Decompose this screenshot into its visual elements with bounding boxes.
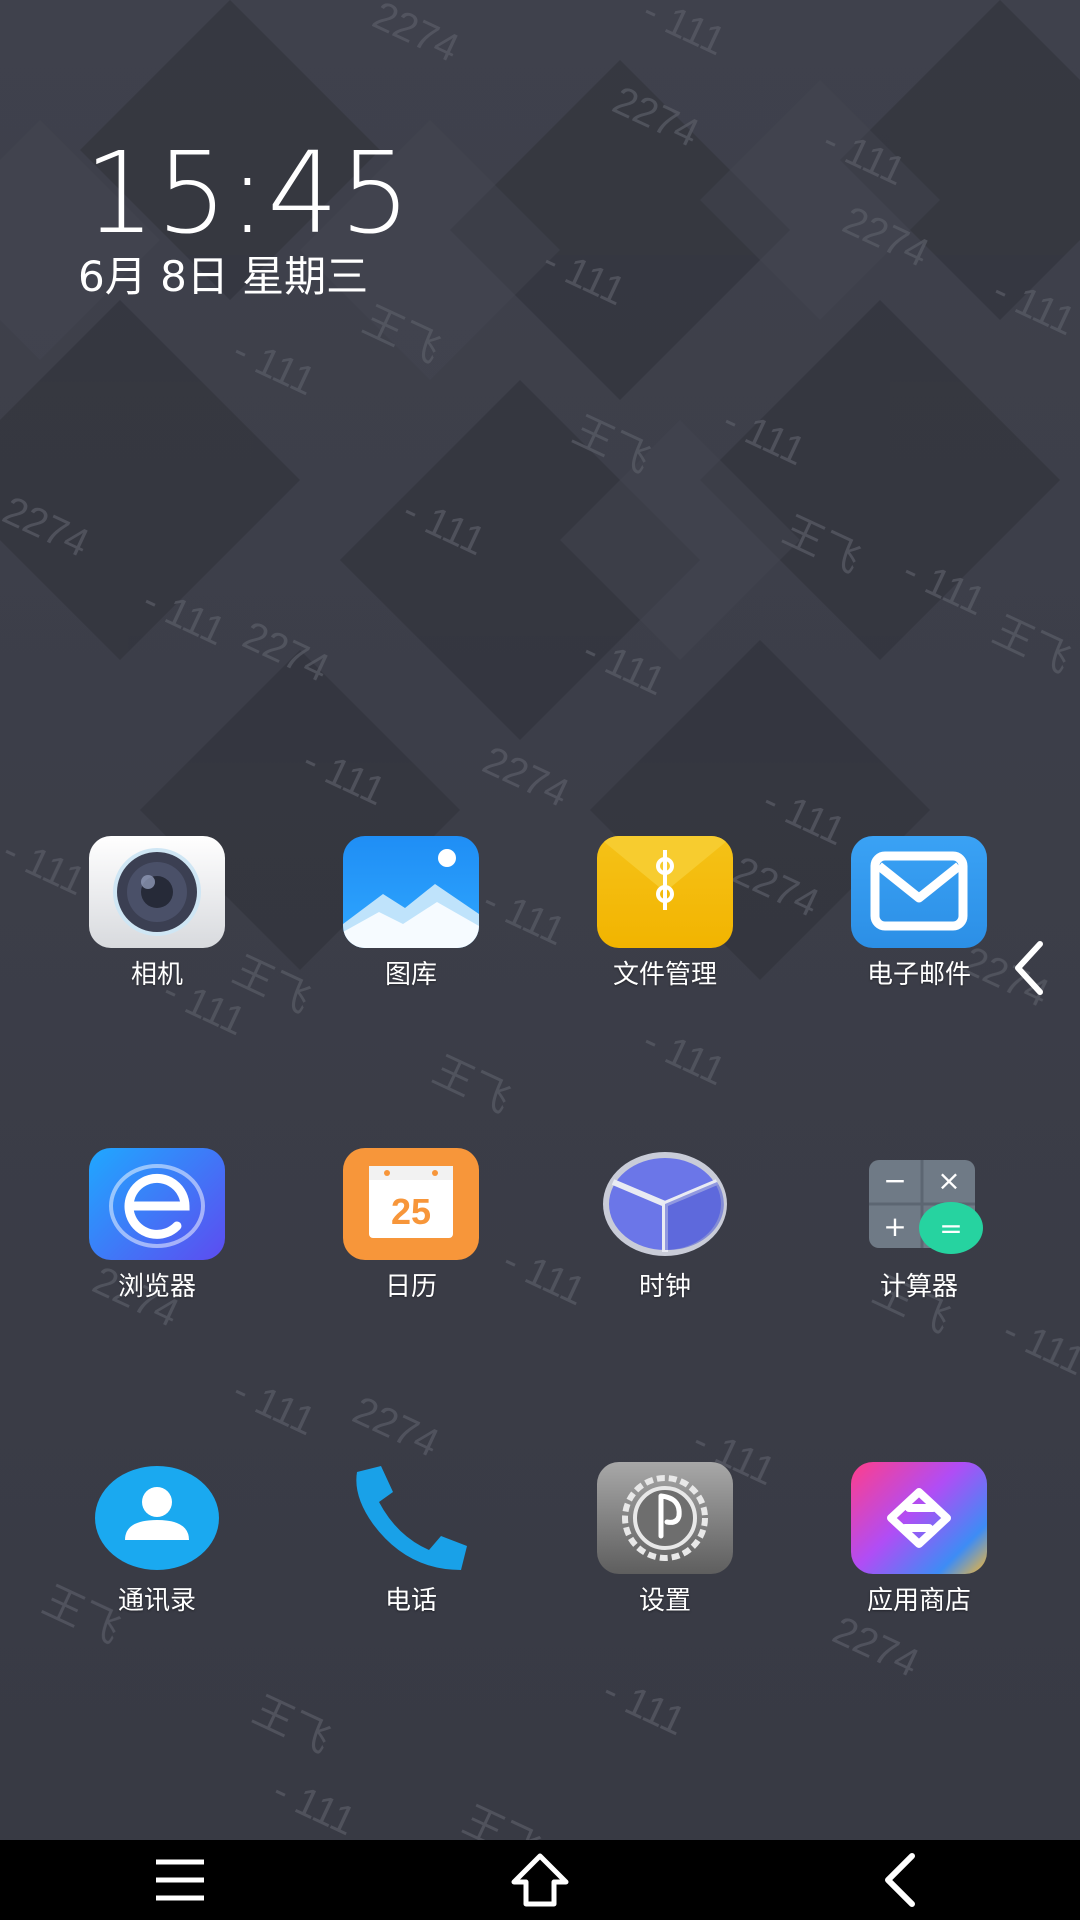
app-settings[interactable]: 设置 [555, 1462, 775, 1617]
app-camera[interactable]: 相机 [47, 836, 267, 991]
app-label: 电子邮件 [866, 960, 971, 990]
calendar-day: 25 [391, 1191, 431, 1232]
phone-icon [343, 1462, 479, 1574]
app-label: 图库 [384, 960, 437, 990]
app-clock[interactable]: 时钟 [555, 1148, 775, 1303]
app-label: 应用商店 [866, 1586, 971, 1616]
calc-equals: = [939, 1212, 962, 1245]
app-label: 电话 [384, 1586, 437, 1616]
contacts-icon [89, 1462, 225, 1574]
app-email[interactable]: 电子邮件 [809, 836, 1029, 991]
calc-minus: − [883, 1164, 906, 1197]
back-icon[interactable] [860, 1850, 940, 1910]
navigation-bar [0, 1840, 1080, 1920]
app-gallery[interactable]: 图库 [301, 836, 521, 991]
clock-icon [597, 1148, 733, 1260]
app-label: 通讯录 [117, 1586, 196, 1616]
app-store-icon [851, 1462, 987, 1574]
camera-icon [89, 836, 225, 948]
home-icon[interactable] [500, 1850, 580, 1910]
calc-times: × [937, 1164, 960, 1197]
app-phone[interactable]: 电话 [301, 1462, 521, 1617]
gallery-icon [343, 836, 479, 948]
app-label: 浏览器 [117, 1272, 196, 1302]
app-contacts[interactable]: 通讯录 [47, 1462, 267, 1617]
email-icon [851, 836, 987, 948]
app-label: 相机 [130, 960, 183, 990]
app-label: 设置 [638, 1586, 691, 1616]
app-label: 计算器 [879, 1272, 958, 1302]
calendar-icon: 25 [343, 1148, 479, 1260]
menu-icon[interactable] [140, 1850, 220, 1910]
app-label: 文件管理 [612, 960, 717, 990]
clock-time[interactable]: 15:45 [84, 138, 412, 250]
chevron-left-icon[interactable] [1006, 938, 1056, 998]
browser-icon [89, 1148, 225, 1260]
settings-icon [597, 1462, 733, 1574]
app-label: 时钟 [638, 1272, 691, 1302]
app-files[interactable]: 文件管理 [555, 836, 775, 991]
calculator-icon: − × + = [851, 1148, 987, 1260]
file-manager-icon [597, 836, 733, 948]
clock-date[interactable]: 6月 8日 星期三 [78, 256, 368, 298]
app-browser[interactable]: 浏览器 [47, 1148, 267, 1303]
app-label: 日历 [384, 1272, 437, 1302]
calc-plus: + [883, 1210, 906, 1243]
app-calendar[interactable]: 25 日历 [301, 1148, 521, 1303]
app-store[interactable]: 应用商店 [809, 1462, 1029, 1617]
app-calculator[interactable]: − × + = 计算器 [809, 1148, 1029, 1303]
